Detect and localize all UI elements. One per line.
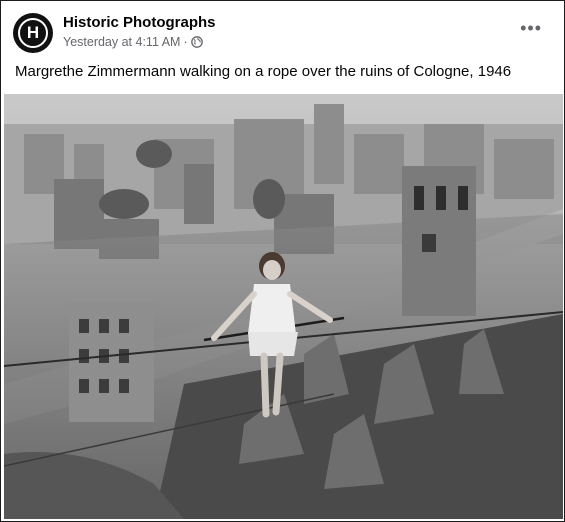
avatar-logo: H <box>18 18 48 48</box>
page-name[interactable]: Historic Photographs <box>63 14 216 31</box>
globe-icon[interactable] <box>190 36 203 48</box>
post-photo[interactable] <box>4 94 563 519</box>
post-meta: Yesterday at 4:11 AM · <box>63 35 203 49</box>
avatar[interactable]: H <box>13 13 53 53</box>
more-options-icon[interactable]: ••• <box>520 19 542 37</box>
post-caption: Margrethe Zimmermann walking on a rope o… <box>15 63 512 80</box>
post-header: H Historic Photographs Yesterday at 4:11… <box>13 11 554 55</box>
meta-separator: · <box>183 35 188 49</box>
post-card: H Historic Photographs Yesterday at 4:11… <box>0 0 565 522</box>
timestamp[interactable]: Yesterday at 4:11 AM <box>63 35 180 49</box>
